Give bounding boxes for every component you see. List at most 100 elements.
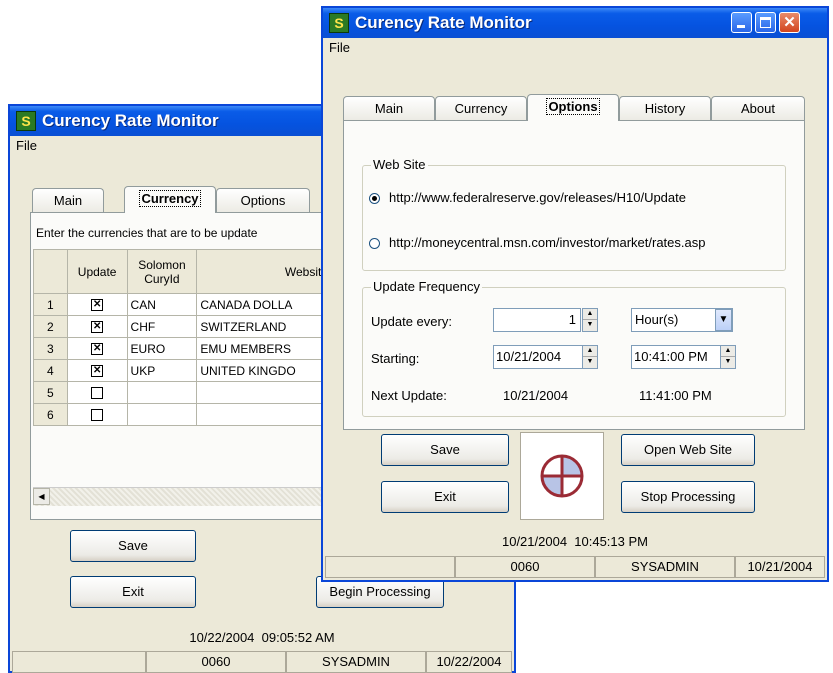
- table-row[interactable]: 1 ✕ CAN CANADA DOLLA: [33, 293, 329, 316]
- update-cell[interactable]: ✕: [66, 359, 128, 382]
- next-update-time: 11:41:00 PM: [639, 388, 712, 403]
- update-checkbox[interactable]: [91, 387, 104, 400]
- row-number: 6: [33, 403, 68, 426]
- row-number: 4: [33, 359, 68, 382]
- maximize-button[interactable]: [755, 12, 776, 33]
- open-web-site-button[interactable]: Open Web Site: [621, 434, 755, 466]
- update-every-spinner[interactable]: ▲ ▼: [582, 308, 598, 332]
- website-cell[interactable]: EMU MEMBERS: [196, 337, 329, 360]
- update-frequency-label: Update Frequency: [371, 279, 482, 294]
- save-button[interactable]: Save: [381, 434, 509, 466]
- curyid-cell[interactable]: EURO: [126, 337, 198, 360]
- front-title-bar[interactable]: S Curency Rate Monitor ✕: [323, 8, 827, 38]
- table-row[interactable]: 2 ✕ CHF SWITZERLAND: [33, 315, 329, 338]
- curyid-cell[interactable]: [126, 381, 198, 404]
- web-site-group: Web Site http://www.federalreserve.gov/r…: [362, 157, 786, 271]
- update-cell[interactable]: [66, 381, 128, 404]
- processing-indicator: [520, 432, 604, 520]
- back-menu-file[interactable]: File: [16, 138, 37, 153]
- website-cell[interactable]: SWITZERLAND: [196, 315, 329, 338]
- row-number: 3: [33, 337, 68, 360]
- tab-options[interactable]: Options: [527, 94, 619, 121]
- table-row[interactable]: 6: [33, 403, 329, 426]
- maximize-icon: [760, 17, 771, 28]
- close-button[interactable]: ✕: [779, 12, 800, 33]
- back-status-company: 0060: [146, 651, 286, 673]
- tab-history[interactable]: History: [619, 96, 711, 120]
- update-frequency-group: Update Frequency Update every: 1 ▲ ▼ Hour…: [362, 279, 786, 417]
- back-currency-panel: Enter the currencies that are to be upda…: [30, 212, 330, 520]
- curyid-cell[interactable]: [126, 403, 198, 426]
- update-checkbox[interactable]: [91, 409, 104, 422]
- back-status-date: 10/22/2004: [426, 651, 512, 673]
- options-panel: Web Site http://www.federalreserve.gov/r…: [343, 120, 805, 430]
- moneycentral-url[interactable]: http://moneycentral.msn.com/investor/mar…: [389, 235, 705, 250]
- col-header-curyid[interactable]: Solomon CuryId: [126, 249, 198, 294]
- start-time-input[interactable]: 10:41:00 PM: [631, 345, 721, 369]
- update-checkbox[interactable]: ✕: [91, 343, 104, 356]
- back-tab-options[interactable]: Options: [216, 188, 310, 212]
- update-cell[interactable]: ✕: [66, 315, 128, 338]
- tab-currency[interactable]: Currency: [435, 96, 527, 120]
- update-cell[interactable]: ✕: [66, 293, 128, 316]
- next-update-date: 10/21/2004: [503, 388, 569, 403]
- back-tab-main[interactable]: Main: [32, 188, 104, 212]
- radio-federalreserve[interactable]: [369, 193, 380, 204]
- update-checkbox[interactable]: ✕: [91, 299, 104, 312]
- curyid-cell[interactable]: UKP: [126, 359, 198, 382]
- website-cell[interactable]: CANADA DOLLA: [196, 293, 329, 316]
- row-number: 2: [33, 315, 68, 338]
- col-header-update[interactable]: Update: [66, 249, 128, 294]
- website-cell[interactable]: [196, 381, 329, 404]
- front-window-title: Curency Rate Monitor: [355, 13, 532, 32]
- front-status-empty: [325, 556, 455, 578]
- back-status-empty: [12, 651, 146, 673]
- col-header-website[interactable]: Website: [196, 249, 329, 294]
- tab-about[interactable]: About: [711, 96, 805, 120]
- currency-instruction: Enter the currencies that are to be upda…: [36, 226, 258, 240]
- stop-processing-button[interactable]: Stop Processing: [621, 481, 755, 513]
- minimize-icon: [737, 25, 745, 28]
- update-checkbox[interactable]: ✕: [91, 365, 104, 378]
- app-logo-icon: S: [16, 111, 36, 131]
- front-status-company: 0060: [455, 556, 595, 578]
- crosshair-icon: [540, 454, 584, 498]
- spin-down-icon: ▼: [586, 321, 594, 328]
- back-save-button[interactable]: Save: [70, 530, 196, 562]
- back-exit-button[interactable]: Exit: [70, 576, 196, 608]
- front-window: S Curency Rate Monitor ✕ File Main Curre…: [321, 6, 829, 582]
- minimize-button[interactable]: [731, 12, 752, 33]
- horizontal-scrollbar[interactable]: ◀: [33, 487, 329, 506]
- update-every-input[interactable]: 1: [493, 308, 581, 332]
- front-datetime: 10/21/2004 10:45:13 PM: [501, 534, 648, 549]
- spin-down-icon: ▼: [724, 358, 732, 365]
- website-cell[interactable]: UNITED KINGDO: [196, 359, 329, 382]
- spin-up-icon: ▲: [583, 346, 597, 357]
- scroll-left-button[interactable]: ◀: [33, 488, 50, 505]
- federalreserve-url[interactable]: http://www.federalreserve.gov/releases/H…: [389, 190, 686, 205]
- website-cell[interactable]: [196, 403, 329, 426]
- chevron-down-icon[interactable]: ▼: [715, 309, 732, 331]
- table-row[interactable]: 4 ✕ UKP UNITED KINGDO: [33, 359, 329, 382]
- curyid-cell[interactable]: CAN: [126, 293, 198, 316]
- update-cell[interactable]: [66, 403, 128, 426]
- table-row[interactable]: 3 ✕ EURO EMU MEMBERS: [33, 337, 329, 360]
- back-datetime: 10/22/2004 09:05:52 AM: [189, 630, 335, 645]
- curyid-cell[interactable]: CHF: [126, 315, 198, 338]
- table-row[interactable]: 5: [33, 381, 329, 404]
- radio-moneycentral[interactable]: [369, 238, 380, 249]
- tab-main[interactable]: Main: [343, 96, 435, 120]
- start-date-input[interactable]: 10/21/2004: [493, 345, 583, 369]
- back-tab-currency[interactable]: Currency: [124, 186, 216, 213]
- update-checkbox[interactable]: ✕: [91, 321, 104, 334]
- start-time-spinner[interactable]: ▲ ▼: [720, 345, 736, 369]
- update-cell[interactable]: ✕: [66, 337, 128, 360]
- app-logo-icon: S: [329, 13, 349, 33]
- exit-button[interactable]: Exit: [381, 481, 509, 513]
- row-number: 1: [33, 293, 68, 316]
- start-date-spinner[interactable]: ▲ ▼: [582, 345, 598, 369]
- spin-up-icon: ▲: [583, 309, 597, 320]
- front-menu-file[interactable]: File: [329, 40, 350, 55]
- currency-table: Update Solomon CuryId Website 1 ✕ CAN CANAD…: [33, 249, 329, 426]
- starting-label: Starting:: [371, 351, 420, 366]
